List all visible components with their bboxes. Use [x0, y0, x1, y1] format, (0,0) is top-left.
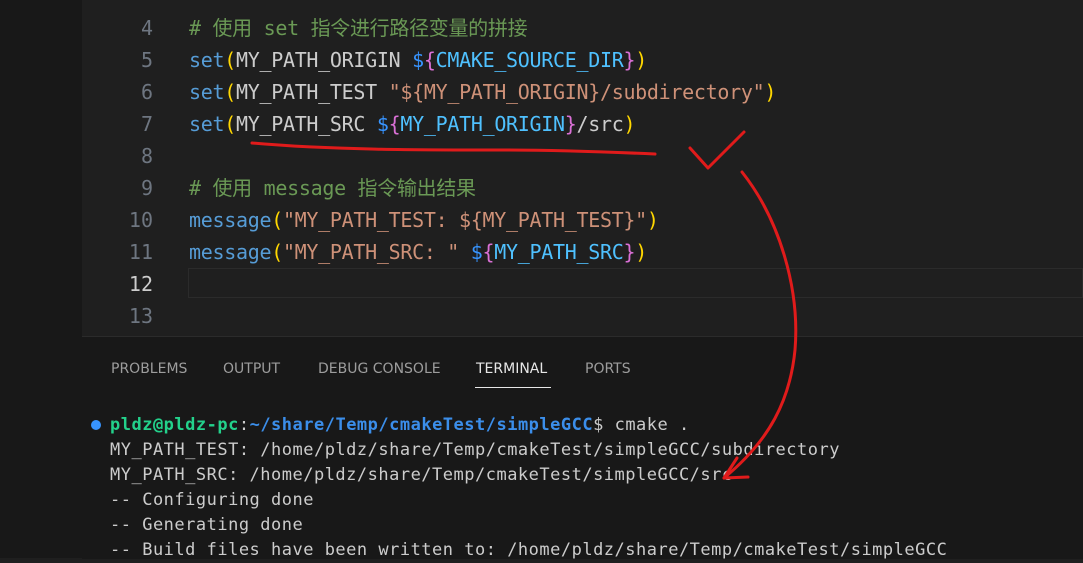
code-token: CMAKE_SOURCE_DIR	[435, 48, 624, 72]
bottom-panel: PROBLEMS OUTPUT DEBUG CONSOLE TERMINAL PORTS…	[82, 336, 1083, 560]
activity-bar-edge	[0, 0, 82, 558]
code-token: (	[224, 112, 236, 136]
code-token: (	[224, 48, 236, 72]
line-number: 12	[128, 272, 153, 296]
code-token: set	[189, 112, 225, 136]
code-token: MY_PATH_ORIGIN	[235, 48, 413, 72]
code-token: set	[189, 48, 225, 72]
code-token: )	[764, 80, 777, 104]
code-token: set	[189, 80, 225, 104]
tab-problems[interactable]: PROBLEMS	[111, 361, 187, 377]
code-line[interactable]: 11 message("MY_PATH_SRC: " ${MY_PATH_SRC}…	[82, 236, 1083, 268]
line-number: 5	[140, 48, 153, 72]
prompt-path: ~/share/Temp/cmakeTest/simpleGCC	[249, 415, 594, 435]
code-line[interactable]: 8	[82, 140, 1083, 172]
tab-terminal[interactable]: TERMINAL	[476, 361, 547, 377]
code-token: message	[189, 240, 272, 264]
code-text: set(MY_PATH_TEST "${MY_PATH_ORIGIN}/subd…	[189, 76, 776, 108]
code-token: message	[189, 208, 272, 232]
line-number: 11	[128, 240, 153, 264]
tab-output[interactable]: OUTPUT	[223, 361, 280, 377]
line-number: 4	[140, 16, 153, 40]
code-token: {	[388, 112, 401, 136]
code-token: # 使用 set 指令进行路径变量的拼接	[189, 16, 528, 40]
prompt-user: pldz@pldz-pc	[110, 415, 239, 435]
prompt-separator: :	[238, 415, 250, 435]
code-token: }	[623, 48, 636, 72]
terminal-output-line: MY_PATH_SRC: /home/pldz/share/Temp/cmake…	[110, 465, 733, 485]
code-token: }	[623, 240, 636, 264]
code-line[interactable]: 6 set(MY_PATH_TEST "${MY_PATH_ORIGIN}/sub…	[82, 76, 1083, 108]
code-token: )	[635, 240, 647, 264]
code-token: "${MY_PATH_ORIGIN}/subdirectory"	[388, 80, 765, 104]
code-token: $	[376, 112, 389, 136]
line-number: 7	[140, 112, 153, 136]
code-text: # 使用 message 指令输出结果	[189, 172, 476, 204]
code-editor[interactable]: 4 # 使用 set 指令进行路径变量的拼接 5 set(MY_PATH_ORIGIN…	[82, 0, 1083, 336]
code-token: )	[646, 208, 659, 232]
terminal-output-line: -- Generating done	[110, 515, 304, 535]
code-text: set(MY_PATH_ORIGIN ${CMAKE_SOURCE_DIR})	[189, 44, 647, 76]
code-token: )	[635, 48, 647, 72]
terminal-output-line: -- Configuring done	[110, 490, 314, 510]
code-token: {	[482, 240, 495, 264]
prompt-symbol: $	[593, 415, 604, 435]
code-token: {	[423, 48, 436, 72]
code-token: (	[224, 80, 236, 104]
code-token: "MY_PATH_SRC: "	[282, 240, 471, 264]
terminal-command: cmake .	[603, 415, 690, 435]
code-token: MY_PATH_SRC	[235, 112, 377, 136]
code-token: MY_PATH_ORIGIN	[400, 112, 565, 136]
command-status-dot-icon[interactable]	[91, 420, 101, 430]
code-line[interactable]: 12	[82, 268, 1083, 300]
code-token: }	[564, 112, 577, 136]
code-token: MY_PATH_TEST	[235, 80, 389, 104]
code-line[interactable]: 9 # 使用 message 指令输出结果	[82, 172, 1083, 204]
code-line[interactable]: 13	[82, 300, 1083, 332]
line-number: 8	[140, 144, 153, 168]
tab-debug-console[interactable]: DEBUG CONSOLE	[318, 361, 441, 377]
code-line[interactable]: 7 set(MY_PATH_SRC ${MY_PATH_ORIGIN}/src)	[82, 108, 1083, 140]
code-token: $	[470, 240, 483, 264]
code-token: "MY_PATH_TEST: ${MY_PATH_TEST}"	[282, 208, 647, 232]
code-text: message("MY_PATH_TEST: ${MY_PATH_TEST}")	[189, 204, 659, 236]
terminal-output-line: MY_PATH_TEST: /home/pldz/share/Temp/cmak…	[110, 440, 840, 460]
line-number: 9	[140, 176, 153, 200]
code-line[interactable]: 5 set(MY_PATH_ORIGIN ${CMAKE_SOURCE_DIR})	[82, 44, 1083, 76]
code-text: message("MY_PATH_SRC: " ${MY_PATH_SRC})	[189, 236, 647, 268]
active-tab-indicator	[475, 387, 551, 388]
tab-ports[interactable]: PORTS	[585, 361, 631, 377]
line-number: 6	[140, 80, 153, 104]
code-token: (	[271, 240, 283, 264]
code-token: MY_PATH_SRC	[494, 240, 624, 264]
terminal-prompt-line: pldz@pldz-pc:~/share/Temp/cmakeTest/simp…	[110, 413, 690, 438]
terminal-output-line: -- Build files have been written to: /ho…	[110, 540, 948, 560]
code-token: $	[412, 48, 424, 72]
code-line[interactable]: 4 # 使用 set 指令进行路径变量的拼接	[82, 12, 1083, 44]
code-text: set(MY_PATH_SRC ${MY_PATH_ORIGIN}/src)	[189, 108, 636, 140]
line-number: 13	[128, 304, 153, 328]
code-line[interactable]: 10 message("MY_PATH_TEST: ${MY_PATH_TEST}…	[82, 204, 1083, 236]
code-token: /src	[576, 112, 624, 136]
code-token: # 使用 message 指令输出结果	[189, 176, 476, 200]
code-text: # 使用 set 指令进行路径变量的拼接	[189, 12, 528, 44]
code-token: (	[271, 208, 283, 232]
code-token: )	[623, 112, 636, 136]
line-number: 10	[128, 208, 153, 232]
